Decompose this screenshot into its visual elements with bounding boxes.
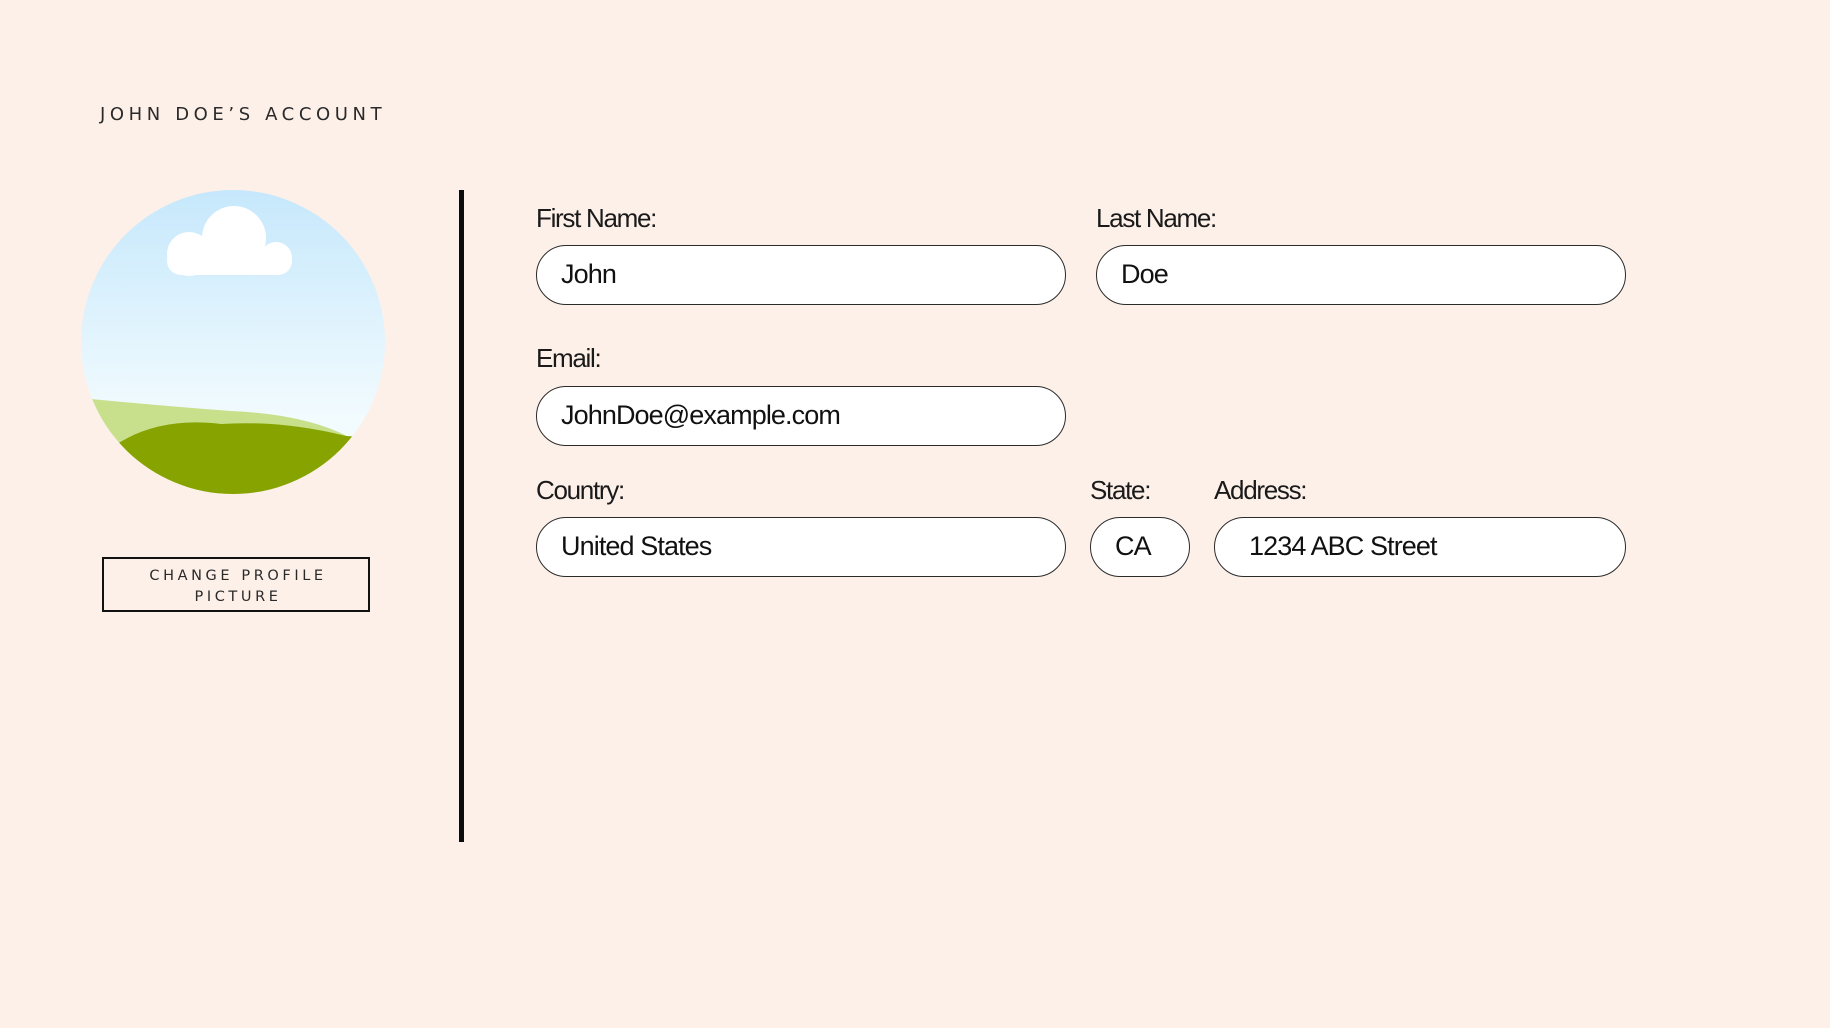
avatar	[81, 190, 385, 494]
state-label: State:	[1090, 475, 1151, 505]
country-label: Country:	[536, 475, 625, 505]
landscape-image-icon	[81, 190, 385, 494]
address-label: Address:	[1214, 475, 1308, 505]
first-name-input[interactable]: John	[536, 245, 1066, 305]
state-input[interactable]: CA	[1090, 517, 1190, 577]
last-name-input[interactable]: Doe	[1096, 245, 1626, 305]
page-title: JOHN DOE’S ACCOUNT	[100, 104, 387, 125]
country-input[interactable]: United States	[536, 517, 1066, 577]
email-input[interactable]: JohnDoe@example.com	[536, 386, 1066, 446]
change-profile-picture-button[interactable]: CHANGE PROFILE PICTURE	[102, 557, 370, 612]
vertical-divider	[459, 190, 464, 842]
address-input[interactable]: 1234 ABC Street	[1214, 517, 1626, 577]
last-name-label: Last Name:	[1096, 203, 1217, 233]
email-label: Email:	[536, 343, 602, 373]
first-name-label: First Name:	[536, 203, 657, 233]
